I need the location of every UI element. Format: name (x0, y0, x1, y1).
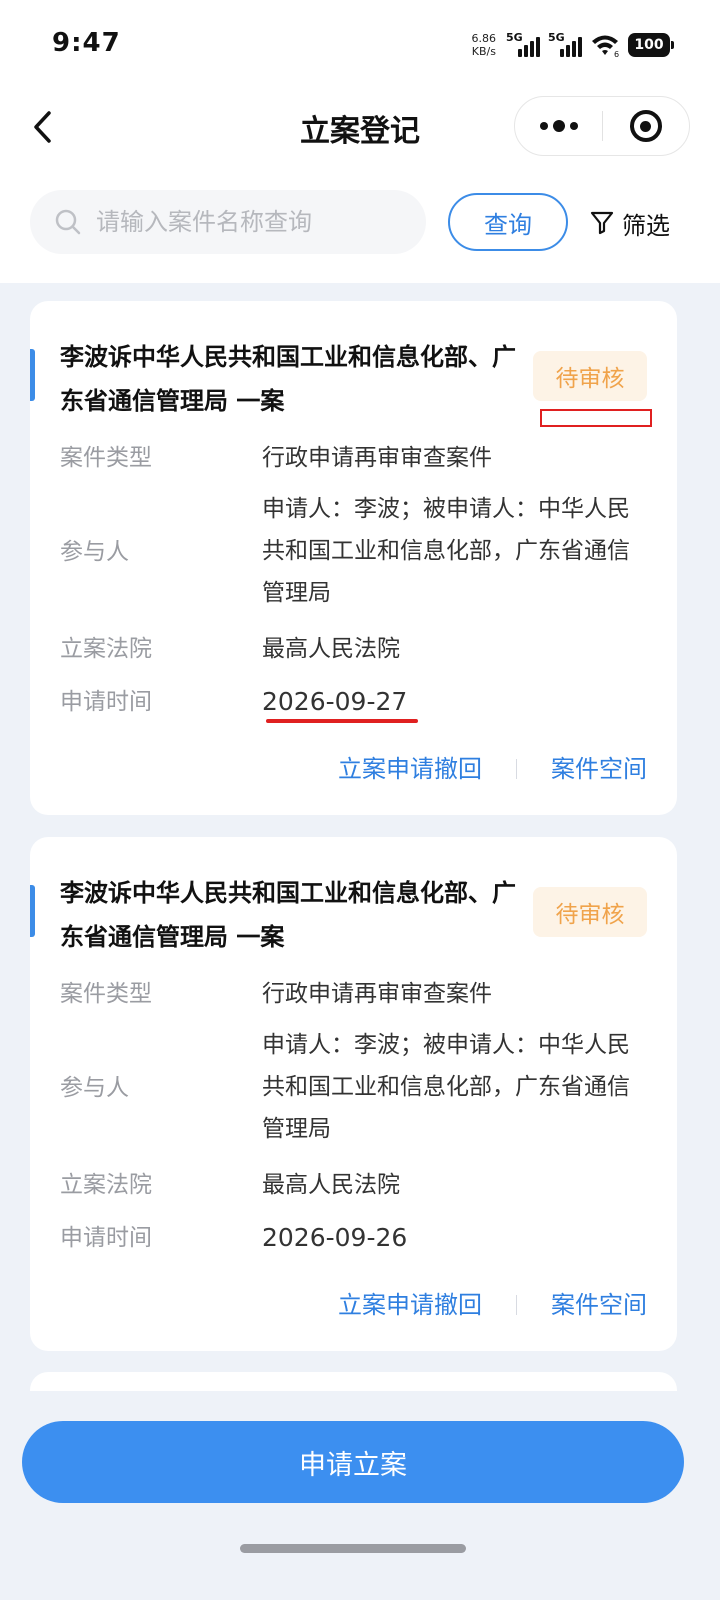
card-accent-bar (30, 349, 35, 401)
home-indicator[interactable] (240, 1544, 466, 1553)
case-title: 李波诉中华人民共和国工业和信息化部、广东省通信管理局 一案 (60, 879, 516, 951)
more-dots-icon (539, 122, 548, 130)
network-speed-value: 6.86 (471, 32, 497, 45)
close-mini-program-button[interactable] (603, 96, 689, 156)
court-value: 最高人民法院 (262, 636, 400, 662)
action-divider (516, 1295, 517, 1315)
case-title: 李波诉中华人民共和国工业和信息化部、广东省通信管理局 一案 (60, 343, 516, 415)
status-badge: 待审核 (533, 351, 647, 401)
court-label: 立案法院 (60, 636, 152, 662)
navigation-bar: 立案登记 (0, 92, 720, 162)
case-type-label: 案件类型 (60, 445, 152, 471)
apply-time-value: 2026-09-26 (262, 1223, 408, 1252)
apply-case-button[interactable]: 申请立案 (22, 1421, 684, 1503)
participants-label: 参与人 (60, 1075, 129, 1101)
search-icon (55, 209, 81, 235)
back-button[interactable] (22, 102, 62, 152)
filter-label: 筛选 (622, 211, 670, 240)
participants-value: 申请人：李波；被申请人：中华人民共和国工业和信息化部，广东省通信管理局 (262, 496, 630, 606)
case-list[interactable]: 李波诉中华人民共和国工业和信息化部、广东省通信管理局 一案 待审核 案件类型 行… (0, 283, 720, 1391)
participants-value: 申请人：李波；被申请人：中华人民共和国工业和信息化部，广东省通信管理局 (262, 1032, 630, 1142)
search-input[interactable] (96, 208, 396, 236)
status-icons: 6.86 KB/s 5G 5G 6 100 (472, 28, 674, 62)
court-value: 最高人民法院 (262, 1172, 400, 1198)
target-circle-icon (629, 110, 662, 142)
apply-time-label: 申请时间 (60, 1225, 152, 1251)
case-card[interactable]: 李波诉中华人民共和国工业和信息化部、广东省通信管理局 一案 待审核 案件类型 行… (30, 837, 677, 1351)
status-time: 9:47 (52, 28, 121, 58)
cellular-signal-icon: 5G (548, 31, 582, 59)
network-speed-unit: KB/s (471, 45, 496, 58)
status-bar: 9:47 6.86 KB/s 5G 5G 6 100 (0, 0, 720, 92)
wifi-icon: 6 (592, 35, 619, 58)
annotation-box (540, 409, 652, 427)
case-space-link[interactable]: 案件空间 (551, 749, 647, 789)
case-card-partial[interactable] (30, 1372, 677, 1391)
battery-icon: 100 (628, 33, 674, 57)
card-accent-bar (30, 885, 35, 937)
more-button[interactable] (515, 96, 602, 156)
mini-program-capsule (514, 96, 690, 156)
filter-button[interactable]: 筛选 (590, 200, 670, 246)
apply-time-label: 申请时间 (60, 689, 152, 715)
case-type-value: 行政申请再审审查案件 (262, 981, 492, 1007)
card-actions: 立案申请撤回 案件空间 (338, 1285, 647, 1325)
case-registration-page: 9:47 6.86 KB/s 5G 5G 6 100 立案登记 请输入案件名称查… (0, 0, 720, 1600)
action-divider (516, 759, 517, 779)
network-speed: 6.86 KB/s (472, 32, 497, 58)
withdraw-application-link[interactable]: 立案申请撤回 (338, 1285, 482, 1325)
status-badge: 待审核 (533, 887, 647, 937)
court-label: 立案法院 (60, 1172, 152, 1198)
case-card[interactable]: 李波诉中华人民共和国工业和信息化部、广东省通信管理局 一案 待审核 案件类型 行… (30, 301, 677, 815)
annotation-underline (266, 719, 418, 723)
card-actions: 立案申请撤回 案件空间 (338, 749, 647, 789)
case-type-label: 案件类型 (60, 981, 152, 1007)
search-bar[interactable] (30, 190, 426, 254)
apply-time-value: 2026-09-27 (262, 687, 408, 716)
chevron-left-icon (34, 111, 51, 143)
case-type-value: 行政申请再审审查案件 (262, 445, 492, 471)
wifi-badge: 6 (614, 50, 619, 58)
query-button[interactable]: 查询 (448, 193, 568, 251)
case-space-link[interactable]: 案件空间 (551, 1285, 647, 1325)
participants-label: 参与人 (60, 539, 129, 565)
filter-funnel-icon (590, 211, 614, 235)
cellular-signal-icon: 5G (506, 31, 540, 59)
withdraw-application-link[interactable]: 立案申请撤回 (338, 749, 482, 789)
